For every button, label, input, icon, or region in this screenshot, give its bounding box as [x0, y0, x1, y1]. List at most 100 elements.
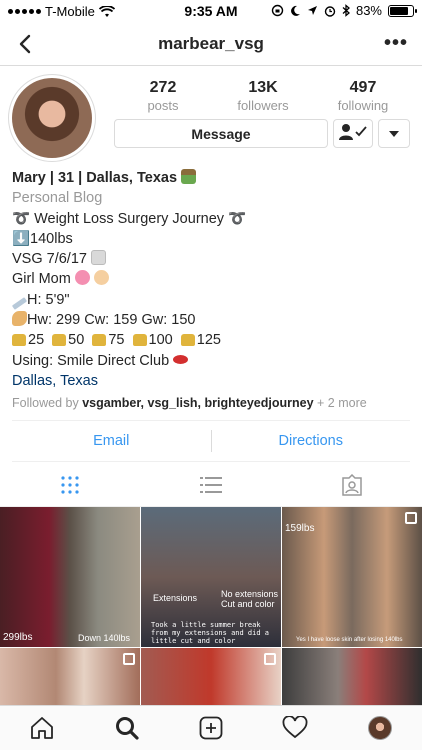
- directions-button[interactable]: Directions: [212, 421, 411, 461]
- flexed-biceps-emoji-icon: [12, 311, 27, 327]
- bio-line: Using: Smile Direct Club: [12, 351, 412, 371]
- post-caption: Extensions: [153, 593, 198, 603]
- bluetooth-icon: [342, 4, 350, 17]
- posts-grid: 299lbs Down 140lbs Extensions No extensi…: [0, 507, 422, 707]
- heart-icon: [282, 716, 308, 739]
- lips-emoji-icon: [173, 354, 189, 364]
- followed-by-text[interactable]: Followed by vsgamber, vsg_lish, brightey…: [12, 393, 412, 413]
- post-thumbnail[interactable]: [282, 648, 422, 707]
- carousel-icon: [123, 653, 135, 665]
- stat-label: posts: [147, 98, 179, 113]
- stat-value: 497: [349, 79, 377, 96]
- post-thumbnail[interactable]: [141, 648, 281, 707]
- status-bar: T-Mobile 9:35 AM 83%: [0, 0, 422, 22]
- post-caption: Down 140lbs: [78, 633, 131, 643]
- ruler-emoji-icon: [11, 296, 28, 310]
- moon-icon: [291, 5, 300, 16]
- tab-activity[interactable]: [253, 706, 337, 750]
- milestone-value: 75: [108, 332, 129, 349]
- profile-picture[interactable]: [8, 74, 96, 162]
- bio-line: ➰ Weight Loss Surgery Journey ➰: [12, 210, 247, 227]
- stat-label: followers: [237, 98, 289, 113]
- following-count[interactable]: 497 following: [313, 79, 413, 113]
- profile-location-link[interactable]: Dallas, Texas: [12, 371, 412, 391]
- profile-full-name: Mary | 31 | Dallas, Texas: [12, 170, 178, 186]
- message-button[interactable]: Message: [114, 119, 328, 148]
- bio-line: VSG 7/6/17: [12, 249, 412, 269]
- carousel-icon: [264, 653, 276, 665]
- followed-by-users: vsgamber, vsg_lish, brighteyedjourney: [82, 396, 314, 411]
- profile-view-tabs: [0, 463, 422, 507]
- milestone-value: 100: [148, 332, 177, 349]
- carousel-icon: [405, 512, 417, 524]
- rotation-lock-icon: [271, 4, 284, 17]
- post-caption: Took a little summer break from my exten…: [151, 621, 270, 645]
- baby-emoji-icon: [93, 270, 109, 286]
- stat-label: following: [337, 98, 389, 113]
- location-arrow-icon: [307, 6, 317, 15]
- hospital-emoji-icon: [91, 250, 106, 266]
- milestone-value: 125: [196, 332, 221, 349]
- bio-line: 25 50 75 100 125: [12, 330, 412, 350]
- alarm-icon: [324, 5, 336, 17]
- following-button[interactable]: [333, 119, 373, 148]
- post-thumbnail[interactable]: 159lbs Yes I have loose skin after losin…: [282, 507, 422, 647]
- post-caption: 299lbs: [3, 632, 33, 643]
- lock-emoji-icon: [180, 334, 195, 347]
- more-options-icon[interactable]: •••: [384, 32, 408, 55]
- followed-by-prefix: Followed by: [12, 396, 79, 411]
- tagged-person-icon: [341, 473, 362, 496]
- ribbon-emoji-icon: [74, 270, 90, 286]
- tab-profile[interactable]: [338, 706, 422, 750]
- post-caption: Yes I have loose skin after losing 140lb…: [296, 637, 403, 643]
- bio-name-line: Mary | 31 | Dallas, Texas: [12, 168, 412, 188]
- post-thumbnail[interactable]: 299lbs Down 140lbs: [0, 507, 140, 647]
- grid-icon: [61, 475, 79, 494]
- profile-bio: Mary | 31 | Dallas, Texas Personal Blog …: [11, 168, 412, 414]
- bio-line: Hw: 299 Cw: 159 Gw: 150: [12, 310, 412, 330]
- battery-percent: 83%: [355, 3, 382, 18]
- milestone-value: 25: [28, 332, 49, 349]
- list-icon: [200, 476, 222, 493]
- followers-count[interactable]: 13K followers: [213, 79, 313, 113]
- bio-line: ⬇️140lbs: [12, 230, 73, 247]
- bio-line: H: 5'9": [11, 290, 412, 310]
- tab-grid[interactable]: [0, 463, 141, 506]
- add-post-icon: [199, 716, 223, 740]
- avatar-image: [12, 78, 92, 158]
- profile-stats: 272 posts 13K followers 497 following: [113, 79, 413, 113]
- bio-line: Girl Mom: [12, 269, 412, 289]
- profile-nav-bar: marbear_vsg •••: [0, 22, 422, 66]
- house-emoji-icon: [181, 169, 197, 184]
- stat-value: 13K: [248, 79, 278, 96]
- email-button[interactable]: Email: [12, 421, 211, 461]
- tab-new-post[interactable]: [169, 706, 253, 750]
- post-caption: 159lbs: [285, 523, 315, 534]
- lock-emoji-icon: [132, 334, 147, 347]
- battery-fill: [390, 6, 409, 15]
- profile-username: marbear_vsg: [158, 34, 264, 53]
- home-icon: [31, 717, 54, 739]
- milestone-value: 50: [68, 332, 89, 349]
- search-icon: [115, 717, 139, 740]
- suggested-accounts-button[interactable]: [378, 119, 410, 148]
- lock-emoji-icon: [12, 334, 26, 347]
- person-check-icon: [339, 124, 367, 140]
- tab-home[interactable]: [0, 706, 84, 750]
- followed-by-more: + 2 more: [317, 396, 367, 411]
- post-caption: No extensions Cut and color: [221, 589, 279, 609]
- battery-icon: [388, 4, 417, 17]
- lock-emoji-icon: [92, 334, 107, 347]
- caret-down-icon: [389, 131, 399, 137]
- posts-count[interactable]: 272 posts: [113, 79, 213, 113]
- tab-list[interactable]: [141, 463, 282, 506]
- lock-emoji-icon: [52, 334, 67, 347]
- post-thumbnail[interactable]: [0, 648, 140, 707]
- status-icons: 83%: [271, 3, 417, 18]
- stat-value: 272: [149, 79, 177, 96]
- bottom-tab-bar: [0, 705, 422, 750]
- post-thumbnail[interactable]: Extensions No extensions Cut and color T…: [141, 507, 281, 647]
- tab-search[interactable]: [84, 706, 168, 750]
- tab-tagged[interactable]: [281, 463, 422, 506]
- profile-category: Personal Blog: [12, 190, 103, 207]
